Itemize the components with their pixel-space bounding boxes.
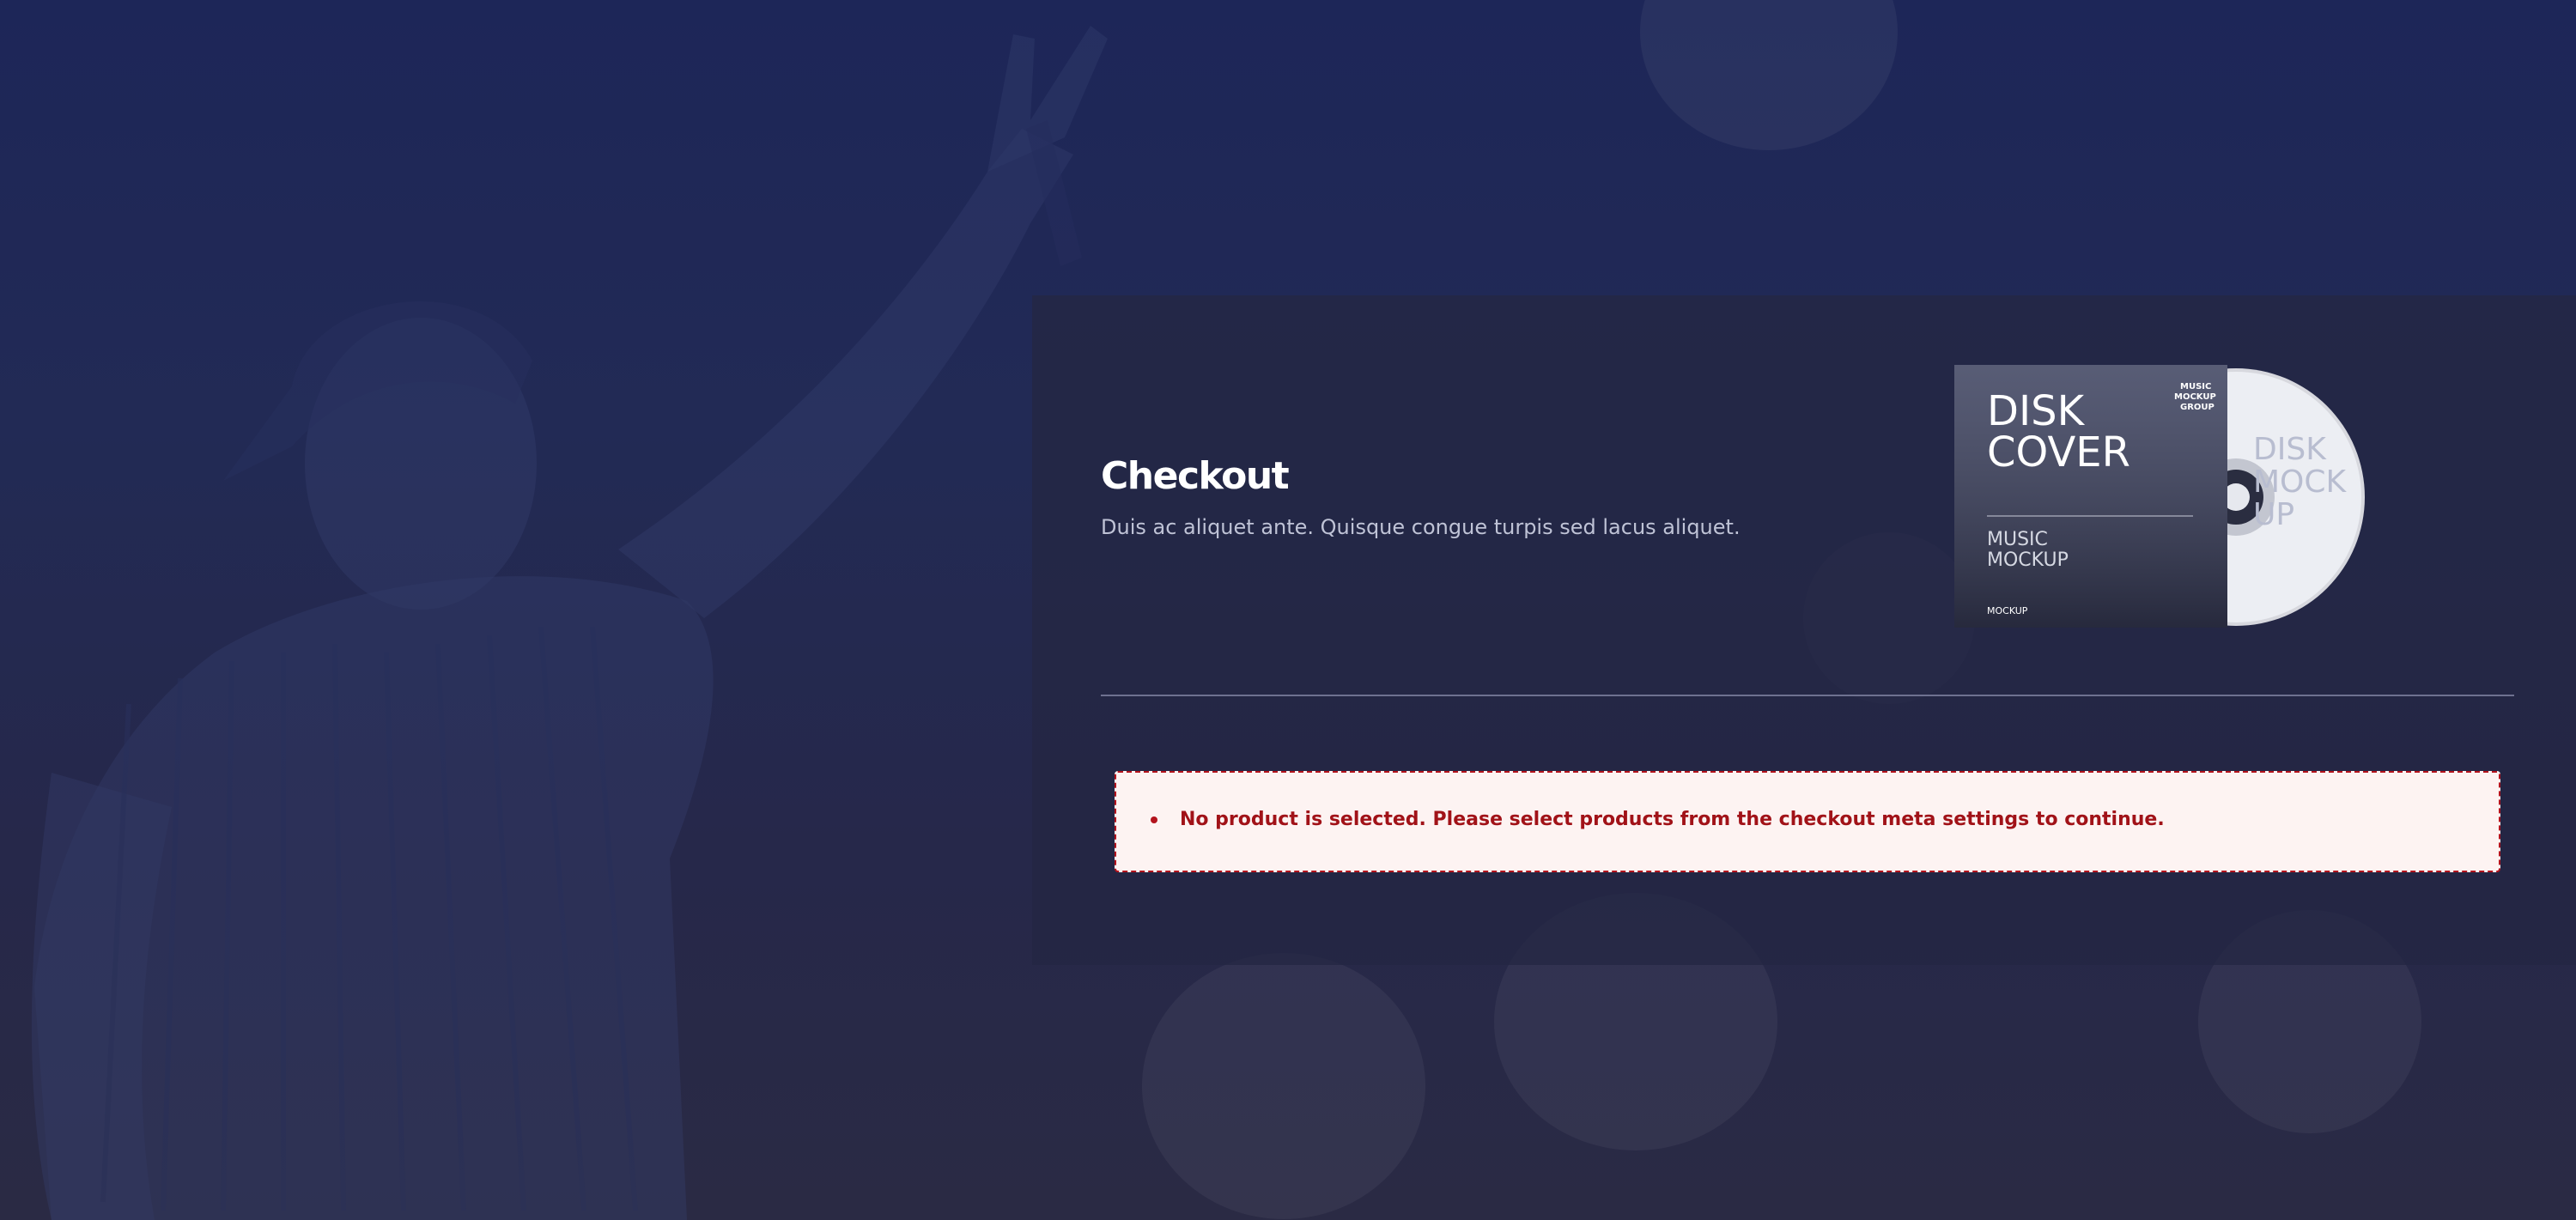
cover-footer: MOCKUP xyxy=(1987,605,2028,616)
performer-photo xyxy=(31,26,1108,1220)
cover-corner-text: GROUP xyxy=(2180,403,2215,412)
error-item: No product is selected. Please select pr… xyxy=(1151,809,2165,830)
bokeh-light xyxy=(1142,953,1425,1219)
cover-corner-text: MUSIC xyxy=(2180,382,2211,391)
bullet-icon xyxy=(1151,816,1157,823)
error-message: No product is selected. Please select pr… xyxy=(1180,809,2165,830)
checkout-panel: Checkout Duis ac aliquet ante. Quisque c… xyxy=(1032,295,2576,965)
section-divider xyxy=(1101,695,2514,696)
page-description: Duis ac aliquet ante. Quisque congue tur… xyxy=(1101,515,1741,539)
cd-cover: DISK COVER MUSIC MOCKUP MUSIC MOCKUP GRO… xyxy=(1954,365,2227,628)
disc-text: MOCK xyxy=(2253,464,2348,500)
disc-text: DISK xyxy=(2253,432,2327,467)
cover-corner-text: MOCKUP xyxy=(2174,392,2216,402)
product-image: DISK MOCK UP DISK COVER MUSIC MOCKUP MUS… xyxy=(1954,365,2365,628)
cover-subtitle: MOCKUP xyxy=(1987,549,2069,571)
page-background: Checkout Duis ac aliquet ante. Quisque c… xyxy=(0,0,2576,1220)
cover-subtitle: MUSIC xyxy=(1987,529,2048,550)
page-title: Checkout xyxy=(1101,454,1290,498)
error-notice: No product is selected. Please select pr… xyxy=(1115,771,2500,872)
disc-text: UP xyxy=(2253,497,2294,532)
bokeh-light xyxy=(1640,0,1898,150)
cover-title: COVER xyxy=(1987,428,2130,476)
